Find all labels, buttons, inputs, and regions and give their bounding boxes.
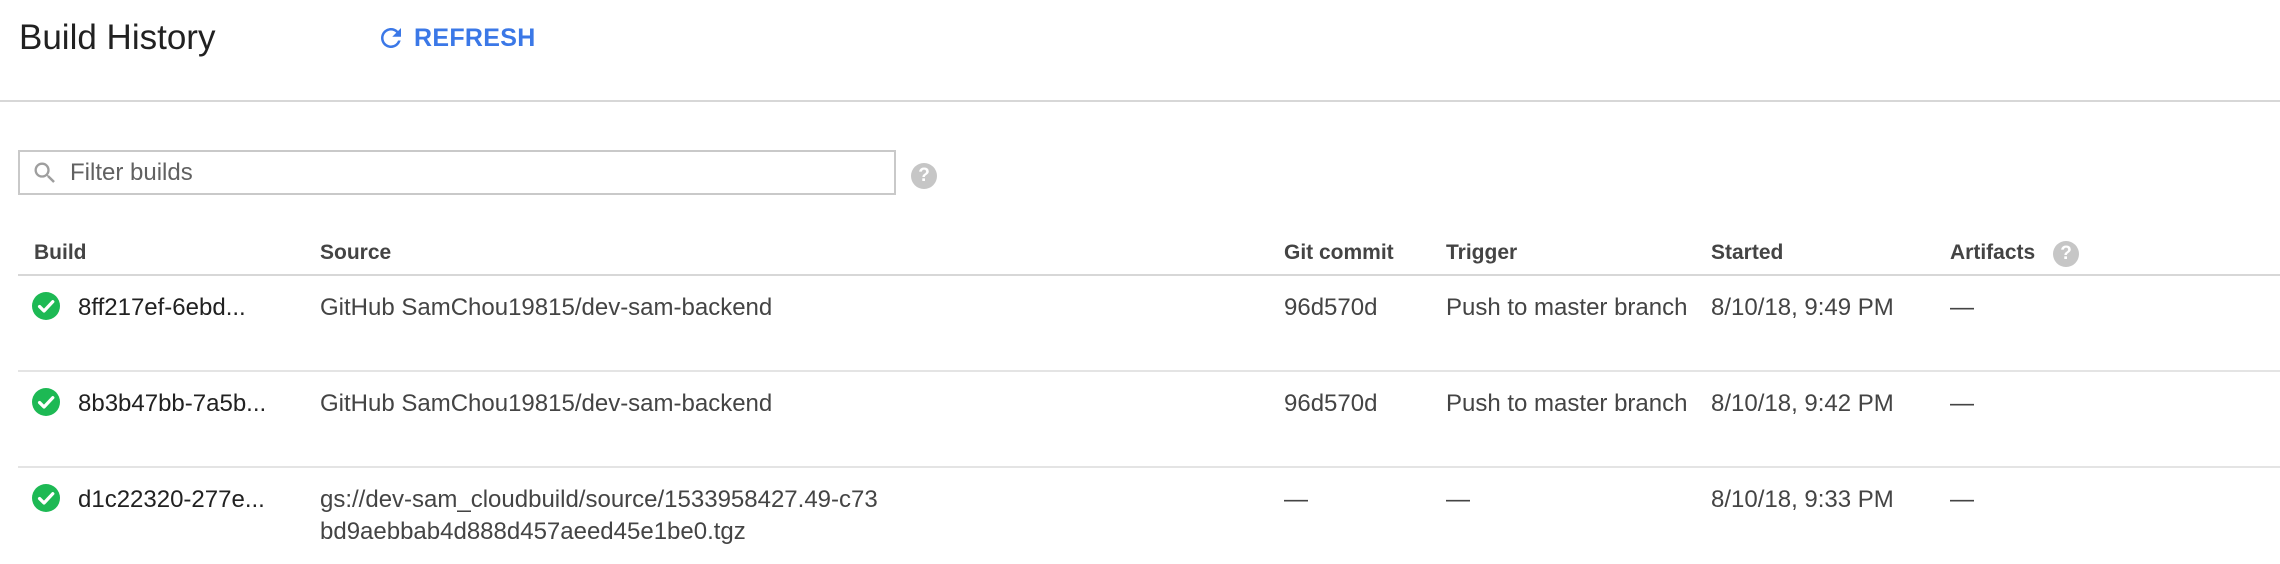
filter-box[interactable] bbox=[18, 150, 896, 195]
build-id-link[interactable]: 8b3b47bb-7a5b... bbox=[78, 388, 266, 420]
started-cell: 8/10/18, 9:49 PM bbox=[1711, 294, 1894, 321]
check-circle-icon bbox=[32, 292, 60, 320]
source-cell: GitHub SamChou19815/dev-sam-backend bbox=[320, 390, 773, 417]
page-header: Build History REFRESH bbox=[0, 0, 2280, 102]
filter-help-icon[interactable]: ? bbox=[911, 163, 937, 189]
build-id-link[interactable]: d1c22320-277e... bbox=[78, 484, 265, 516]
filter-builds-input[interactable] bbox=[68, 157, 872, 188]
table-row[interactable]: 8b3b47bb-7a5b... GitHub SamChou19815/dev… bbox=[18, 372, 2280, 468]
column-header-git-commit[interactable]: Git commit bbox=[1284, 241, 1394, 265]
column-header-source[interactable]: Source bbox=[320, 241, 391, 265]
trigger-cell: — bbox=[1446, 486, 1470, 513]
page-title: Build History bbox=[19, 18, 216, 57]
source-cell: GitHub SamChou19815/dev-sam-backend bbox=[320, 294, 773, 321]
refresh-button[interactable]: REFRESH bbox=[376, 18, 536, 58]
git-commit-cell: 96d570d bbox=[1284, 294, 1378, 321]
check-circle-icon bbox=[32, 388, 60, 416]
column-header-started[interactable]: Started bbox=[1711, 241, 1783, 265]
artifacts-cell: — bbox=[1950, 294, 1974, 321]
refresh-label: REFRESH bbox=[414, 23, 536, 52]
check-circle-icon bbox=[32, 484, 60, 512]
refresh-icon bbox=[376, 23, 406, 53]
artifacts-cell: — bbox=[1950, 390, 1974, 417]
git-commit-cell: 96d570d bbox=[1284, 390, 1378, 417]
started-cell: 8/10/18, 9:33 PM bbox=[1711, 486, 1894, 513]
column-header-build[interactable]: Build bbox=[34, 241, 87, 265]
source-cell: gs://dev-sam_cloudbuild/source/153395842… bbox=[320, 486, 878, 545]
table-row[interactable]: 8ff217ef-6ebd... GitHub SamChou19815/dev… bbox=[18, 276, 2280, 372]
artifacts-help-icon[interactable]: ? bbox=[2053, 241, 2079, 267]
git-commit-cell: — bbox=[1284, 486, 1308, 513]
column-header-artifacts[interactable]: Artifacts bbox=[1950, 241, 2035, 265]
table-header: Build Source Git commit Trigger Started … bbox=[18, 238, 2280, 276]
trigger-cell: Push to master branch bbox=[1446, 294, 1688, 321]
build-id-link[interactable]: 8ff217ef-6ebd... bbox=[78, 292, 246, 324]
table-row[interactable]: d1c22320-277e... gs://dev-sam_cloudbuild… bbox=[18, 468, 2280, 564]
artifacts-cell: — bbox=[1950, 486, 1974, 513]
search-icon bbox=[30, 158, 60, 188]
started-cell: 8/10/18, 9:42 PM bbox=[1711, 390, 1894, 417]
trigger-cell: Push to master branch bbox=[1446, 390, 1688, 417]
column-header-trigger[interactable]: Trigger bbox=[1446, 241, 1517, 265]
